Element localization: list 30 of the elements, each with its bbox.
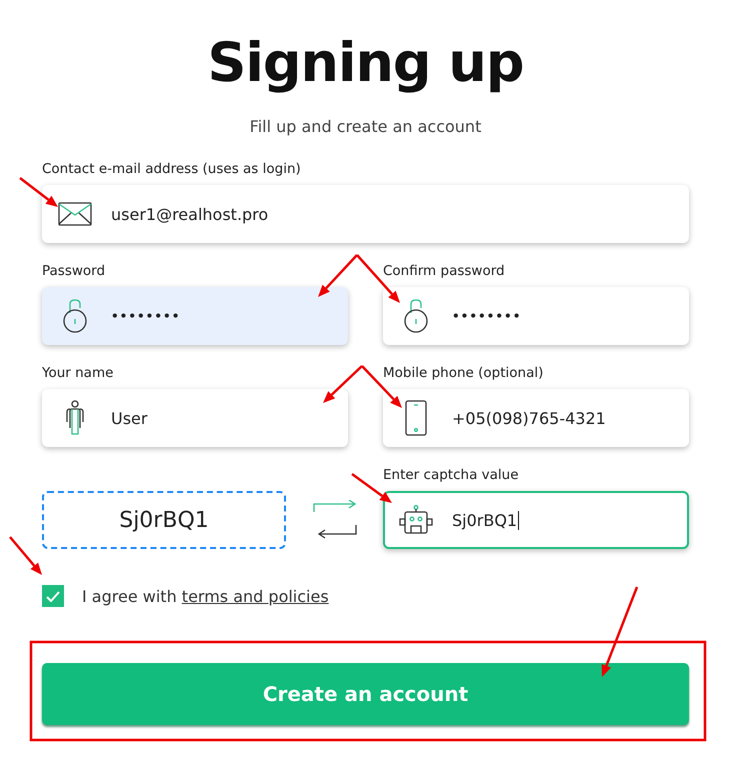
field-label: Mobile phone (optional) (383, 364, 544, 382)
smartphone-icon (405, 400, 427, 436)
padlock-icon (403, 299, 429, 333)
agreement-text: I agree with terms and policies (82, 586, 329, 606)
input-field[interactable]: •••••••• (383, 287, 689, 345)
padlock-icon (62, 299, 88, 333)
refresh-icon[interactable] (312, 500, 358, 540)
annotation-arrow (318, 254, 358, 297)
input-field[interactable]: User (42, 389, 348, 447)
input-field[interactable]: •••••••• (42, 287, 348, 345)
annotation-arrow (9, 536, 42, 575)
checkmark-icon (46, 590, 60, 602)
robot-icon (399, 505, 433, 535)
field-label: Password (42, 262, 106, 280)
captcha-image: Sj0rBQ1 (42, 491, 286, 549)
input-field[interactable]: +05(098)765-4321 (383, 389, 689, 447)
annotation-arrow (323, 365, 363, 403)
envelope-icon (58, 202, 92, 226)
field-label: Your name (42, 364, 114, 382)
person-icon (64, 400, 86, 436)
annotation-arrow (19, 177, 58, 207)
checkbox[interactable] (42, 585, 64, 607)
field-label: Contact e-mail address (uses as login) (42, 160, 302, 178)
field-label: Confirm password (383, 262, 506, 280)
page-subtitle: Fill up and create an account (248, 117, 482, 137)
input-field[interactable]: Sj0rBQ1 (383, 491, 689, 549)
field-label: Enter captcha value (383, 466, 520, 484)
terms-link[interactable]: terms and policies (182, 586, 329, 606)
page-title: Signing up (206, 30, 524, 96)
input-field[interactable]: user1@realhost.pro (42, 185, 689, 243)
